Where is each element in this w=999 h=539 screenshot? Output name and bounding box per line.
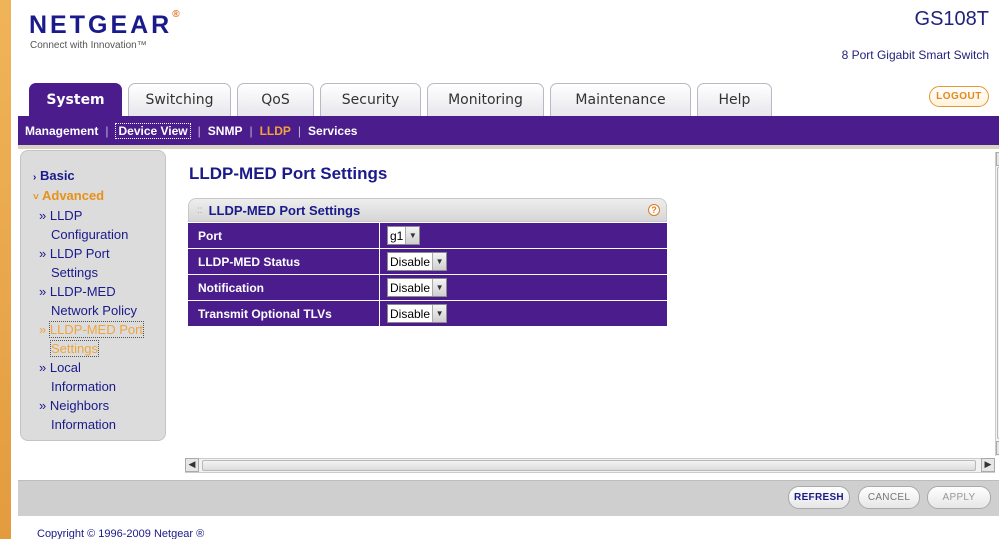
settings-panel: :: LLDP-MED Port Settings ? Port g1 ▼ LL… bbox=[188, 198, 667, 329]
scroll-right-icon[interactable]: ▶ bbox=[981, 458, 995, 472]
table-row: Notification Disable ▼ bbox=[188, 274, 667, 300]
chevron-down-icon: ˅ bbox=[33, 192, 39, 203]
help-icon[interactable]: ? bbox=[648, 204, 660, 216]
subnav-management[interactable]: Management bbox=[18, 124, 105, 138]
cancel-button[interactable]: CANCEL bbox=[858, 486, 920, 509]
transmit-optional-tlvs-label: Transmit Optional TLVs bbox=[188, 301, 379, 326]
sidebar-item-lldp-med-port-settings[interactable]: » LLDP-MED Port Settings bbox=[39, 321, 145, 359]
notification-label: Notification bbox=[188, 275, 379, 300]
lldp-med-status-cell: Disable ▼ bbox=[379, 249, 667, 274]
chevron-down-icon: ▼ bbox=[432, 279, 447, 296]
sidebar-item-neighbors-information[interactable]: » Neighbors Information bbox=[39, 397, 116, 435]
model-description: 8 Port Gigabit Smart Switch bbox=[841, 48, 989, 62]
table-row: Transmit Optional TLVs Disable ▼ bbox=[188, 300, 667, 326]
sidebar-basic[interactable]: › Basic bbox=[33, 168, 75, 183]
netgear-logo: NETGEAR® bbox=[29, 9, 180, 39]
chevron-down-icon: ▼ bbox=[432, 305, 447, 322]
notification-cell: Disable ▼ bbox=[379, 275, 667, 300]
subnav-snmp[interactable]: SNMP bbox=[201, 124, 250, 138]
main-tabs: System Switching QoS Security Monitoring… bbox=[29, 83, 772, 116]
tab-monitoring[interactable]: Monitoring bbox=[427, 83, 544, 116]
page-title: LLDP-MED Port Settings bbox=[189, 164, 388, 183]
action-bar bbox=[18, 480, 999, 516]
sidebar-item-local-information[interactable]: » Local Information bbox=[39, 359, 116, 397]
subnav-lldp[interactable]: LLDP bbox=[253, 124, 298, 138]
panel-header: :: LLDP-MED Port Settings ? bbox=[188, 198, 667, 222]
copyright-text: Copyright © 1996-2009 Netgear ® bbox=[37, 528, 205, 539]
transmit-optional-tlvs-cell: Disable ▼ bbox=[379, 301, 667, 326]
apply-button[interactable]: APPLY bbox=[927, 486, 991, 509]
logout-button[interactable]: LOGOUT bbox=[929, 86, 989, 107]
port-label: Port bbox=[188, 223, 379, 248]
sidebar: › Basic ˅ Advanced » LLDP Configuration … bbox=[20, 150, 166, 441]
notification-select[interactable]: Disable ▼ bbox=[387, 278, 448, 297]
chevron-down-icon: ▼ bbox=[432, 253, 447, 270]
refresh-button[interactable]: REFRESH bbox=[788, 486, 850, 509]
chevron-down-icon: ▼ bbox=[405, 227, 420, 244]
tab-security[interactable]: Security bbox=[320, 83, 421, 116]
sub-navigation: Management | Device View | SNMP | LLDP |… bbox=[18, 116, 999, 145]
sidebar-item-lldp-med-network-policy[interactable]: » LLDP-MED Network Policy bbox=[39, 283, 137, 321]
subnav-device-view[interactable]: Device View bbox=[108, 122, 197, 139]
table-row: Port g1 ▼ bbox=[188, 222, 667, 248]
scroll-left-icon[interactable]: ◀ bbox=[185, 458, 199, 472]
sidebar-item-lldp-configuration[interactable]: » LLDP Configuration bbox=[39, 207, 128, 245]
sidebar-item-lldp-port-settings[interactable]: » LLDP Port Settings bbox=[39, 245, 110, 283]
model-name: GS108T bbox=[914, 8, 989, 30]
subnav-services[interactable]: Services bbox=[301, 124, 364, 138]
chevron-right-icon: › bbox=[33, 172, 37, 183]
tab-help[interactable]: Help bbox=[697, 83, 772, 116]
horizontal-scroll-thumb[interactable] bbox=[202, 460, 976, 471]
table-row: LLDP-MED Status Disable ▼ bbox=[188, 248, 667, 274]
sidebar-advanced[interactable]: ˅ Advanced bbox=[33, 188, 104, 203]
port-value-cell: g1 ▼ bbox=[379, 223, 667, 248]
tab-qos[interactable]: QoS bbox=[237, 83, 314, 116]
window-left-border bbox=[0, 0, 11, 539]
tab-switching[interactable]: Switching bbox=[128, 83, 231, 116]
lldp-med-status-label: LLDP-MED Status bbox=[188, 249, 379, 274]
tab-maintenance[interactable]: Maintenance bbox=[550, 83, 691, 116]
tagline: Connect with Innovation™ bbox=[30, 40, 147, 51]
lldp-med-status-select[interactable]: Disable ▼ bbox=[387, 252, 448, 271]
app-frame: NETGEAR® Connect with Innovation™ GS108T… bbox=[11, 0, 999, 539]
drag-handle-icon: :: bbox=[197, 204, 203, 216]
port-select[interactable]: g1 ▼ bbox=[387, 226, 421, 245]
tab-system[interactable]: System bbox=[29, 83, 122, 116]
panel-title: LLDP-MED Port Settings bbox=[208, 202, 361, 218]
vertical-scrollbar[interactable]: ▲ ▼ bbox=[995, 152, 999, 456]
horizontal-scrollbar[interactable]: ◀ ▶ bbox=[185, 458, 995, 473]
transmit-optional-tlvs-select[interactable]: Disable ▼ bbox=[387, 304, 448, 323]
